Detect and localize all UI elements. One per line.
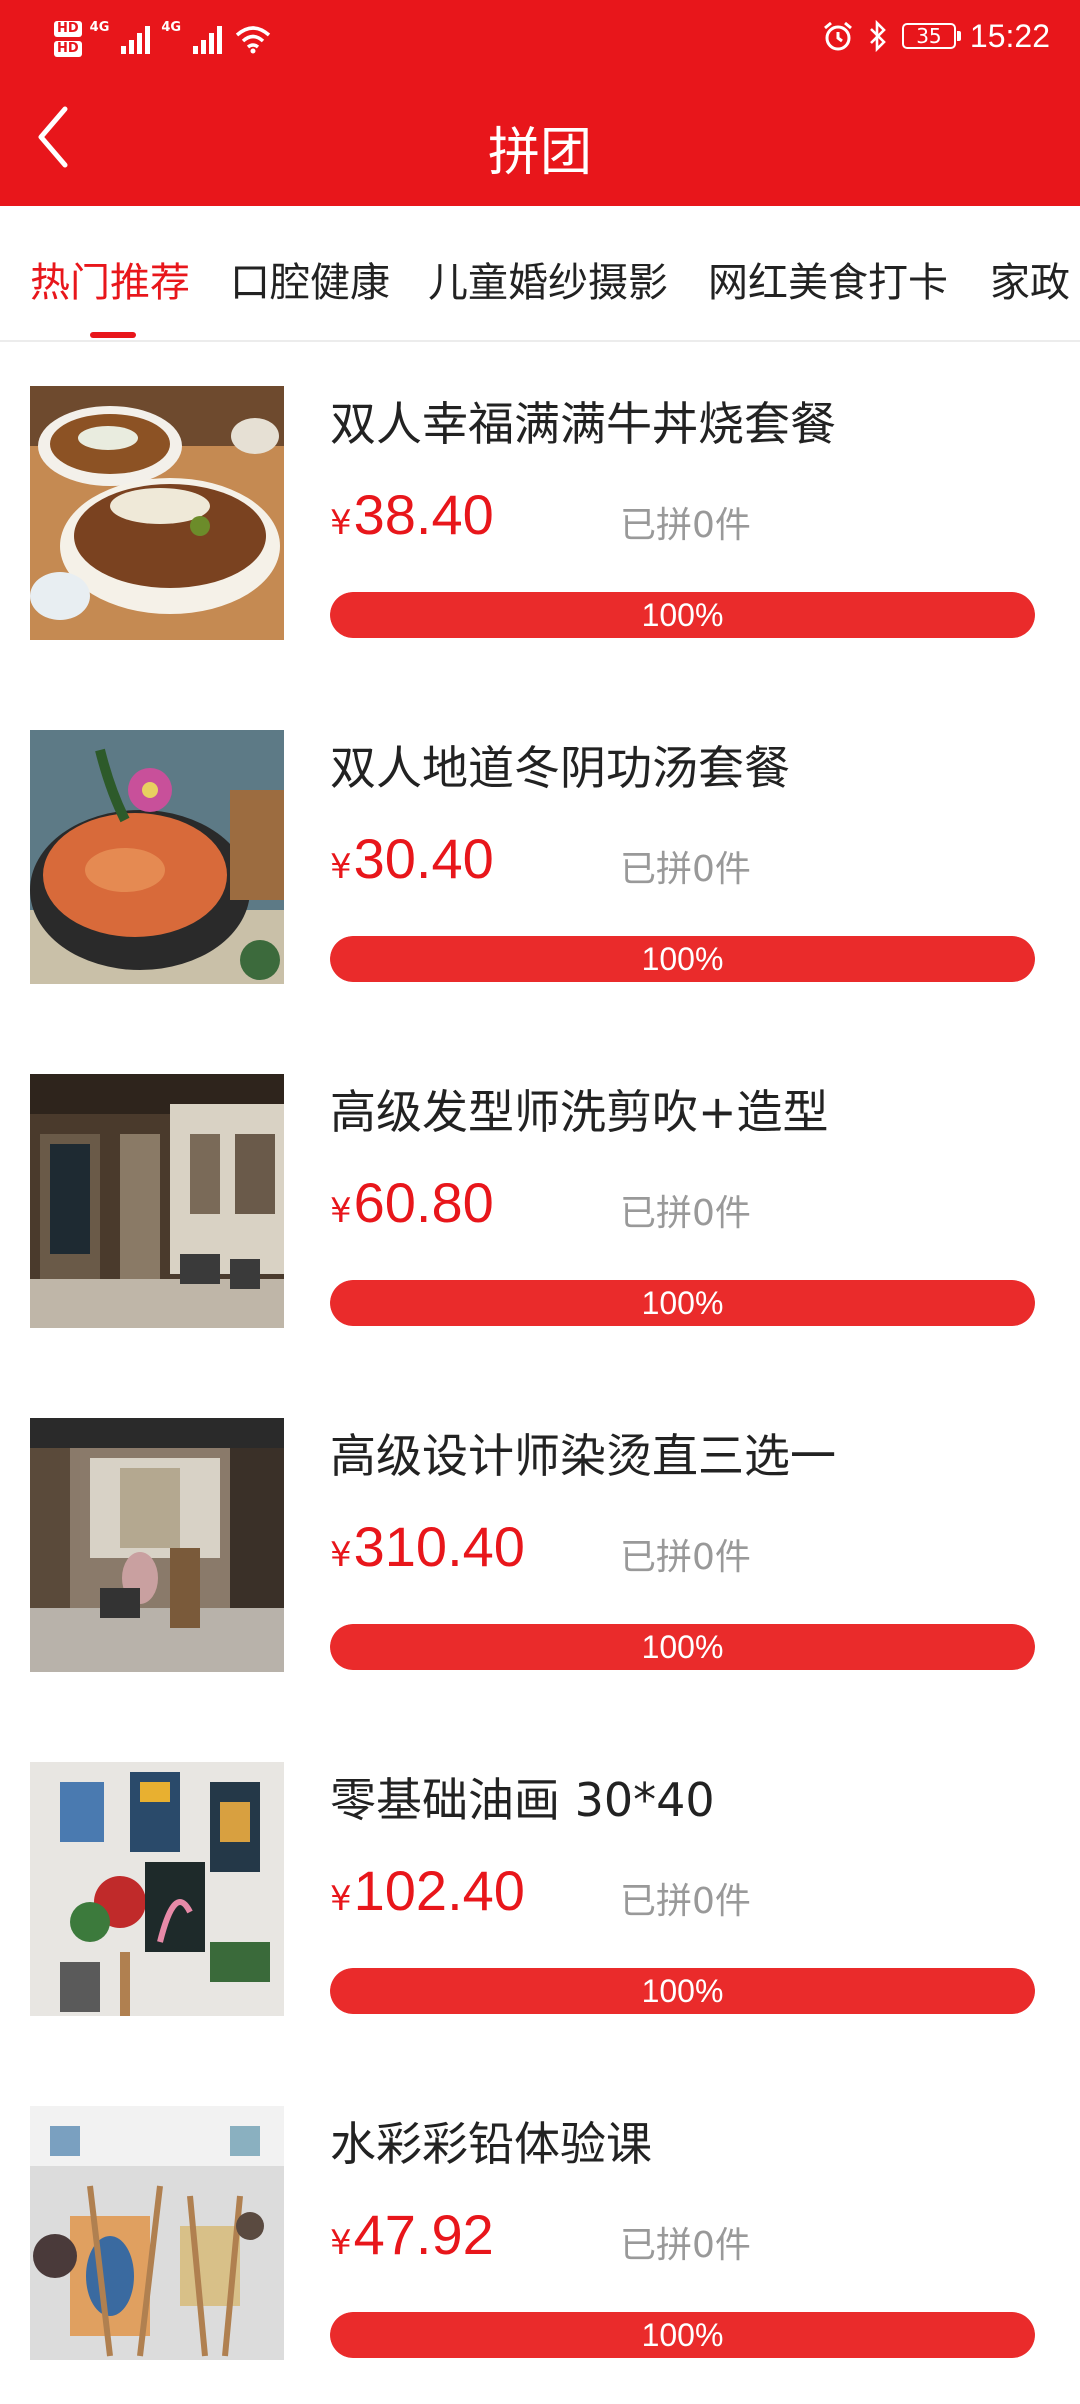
hd-indicators: HD HD xyxy=(54,21,82,57)
price-value: 310.40 xyxy=(353,1515,525,1578)
product-image xyxy=(30,1418,284,1672)
signal-1-label: 4G xyxy=(89,20,110,35)
currency-symbol: ¥ xyxy=(330,2223,352,2263)
progress-bar: 100% xyxy=(330,1968,1035,2014)
currency-symbol: ¥ xyxy=(330,503,352,543)
progress-label: 100% xyxy=(641,1629,724,1665)
product-price: ¥38.40 xyxy=(330,482,494,547)
clock: 15:22 xyxy=(969,17,1050,54)
price-value: 30.40 xyxy=(353,827,494,890)
currency-symbol: ¥ xyxy=(330,1535,352,1575)
tab-housekeeping[interactable]: 家政 xyxy=(990,250,1070,308)
progress-bar: 100% xyxy=(330,1280,1035,1326)
product-title: 高级设计师染烫直三选一 xyxy=(330,1429,836,1483)
sold-count: 已拼0件 xyxy=(620,505,751,546)
product-title: 高级发型师洗剪吹+造型 xyxy=(330,1085,829,1139)
price-value: 102.40 xyxy=(353,1859,525,1922)
signal-2-icon xyxy=(193,26,223,54)
tab-oral-health[interactable]: 口腔健康 xyxy=(230,250,390,308)
page-title: 拼团 xyxy=(487,123,592,183)
progress-label: 100% xyxy=(641,597,724,633)
hd-badge-2: HD xyxy=(54,41,82,57)
progress-label: 100% xyxy=(641,1973,724,2009)
product-price: ¥310.40 xyxy=(330,1514,525,1579)
status-bar: HD HD 4G 4G 35 15:22 xyxy=(0,0,1080,72)
progress-label: 100% xyxy=(641,2317,724,2353)
product-title: 水彩彩铅体验课 xyxy=(330,2117,652,2171)
category-tabs: 热门推荐 口腔健康 儿童婚纱摄影 网红美食打卡 家政 xyxy=(0,206,1080,342)
product-image xyxy=(30,730,284,984)
status-left: HD HD 4G 4G xyxy=(54,14,273,64)
bluetooth-icon xyxy=(870,20,886,52)
product-image xyxy=(30,386,284,640)
product-image xyxy=(30,2106,284,2360)
sold-count: 已拼0件 xyxy=(620,849,751,890)
progress-bar: 100% xyxy=(330,2312,1035,2358)
price-value: 38.40 xyxy=(353,483,494,546)
tab-kids-photo[interactable]: 儿童婚纱摄影 xyxy=(428,250,668,308)
currency-symbol: ¥ xyxy=(330,847,352,887)
list-item[interactable]: 双人地道冬阴功汤套餐 ¥30.40 已拼0件 100% xyxy=(0,684,1080,1028)
nav-bar: 拼团 xyxy=(0,72,1080,206)
battery-indicator: 35 xyxy=(901,23,961,49)
wifi-icon xyxy=(235,26,271,54)
list-item[interactable]: 双人幸福满满牛丼烧套餐 ¥38.40 已拼0件 100% xyxy=(0,340,1080,684)
product-title: 零基础油画 30*40 xyxy=(330,1773,715,1827)
active-tab-indicator xyxy=(90,332,136,338)
sold-count: 已拼0件 xyxy=(620,1193,751,1234)
hd-badge-1: HD xyxy=(54,21,82,37)
sold-count: 已拼0件 xyxy=(620,1537,751,1578)
list-item[interactable]: 水彩彩铅体验课 ¥47.92 已拼0件 100% xyxy=(0,2060,1080,2404)
progress-bar: 100% xyxy=(330,1624,1035,1670)
status-right: 35 15:22 xyxy=(822,16,1050,56)
product-title: 双人幸福满满牛丼烧套餐 xyxy=(330,397,836,451)
list-item[interactable]: 高级发型师洗剪吹+造型 ¥60.80 已拼0件 100% xyxy=(0,1028,1080,1372)
product-price: ¥30.40 xyxy=(330,826,494,891)
signal-1-icon xyxy=(121,26,151,54)
currency-symbol: ¥ xyxy=(330,1879,352,1919)
signal-2-label: 4G xyxy=(161,20,182,35)
progress-bar: 100% xyxy=(330,936,1035,982)
product-image xyxy=(30,1762,284,2016)
product-title: 双人地道冬阴功汤套餐 xyxy=(330,741,790,795)
tab-food[interactable]: 网红美食打卡 xyxy=(708,250,948,308)
progress-label: 100% xyxy=(641,941,724,977)
tab-hot[interactable]: 热门推荐 xyxy=(30,250,190,308)
list-item[interactable]: 高级设计师染烫直三选一 ¥310.40 已拼0件 100% xyxy=(0,1372,1080,1716)
list-item[interactable]: 零基础油画 30*40 ¥102.40 已拼0件 100% xyxy=(0,1716,1080,2060)
sold-count: 已拼0件 xyxy=(620,1881,751,1922)
sold-count: 已拼0件 xyxy=(620,2225,751,2266)
app-header: HD HD 4G 4G 35 15:22 拼团 xyxy=(0,0,1080,206)
progress-label: 100% xyxy=(641,1285,724,1321)
progress-bar: 100% xyxy=(330,592,1035,638)
product-price: ¥47.92 xyxy=(330,2202,494,2267)
currency-symbol: ¥ xyxy=(330,1191,352,1231)
product-image xyxy=(30,1074,284,1328)
price-value: 60.80 xyxy=(353,1171,494,1234)
price-value: 47.92 xyxy=(353,2203,494,2266)
product-price: ¥60.80 xyxy=(330,1170,494,1235)
product-price: ¥102.40 xyxy=(330,1858,525,1923)
alarm-icon xyxy=(823,21,852,51)
